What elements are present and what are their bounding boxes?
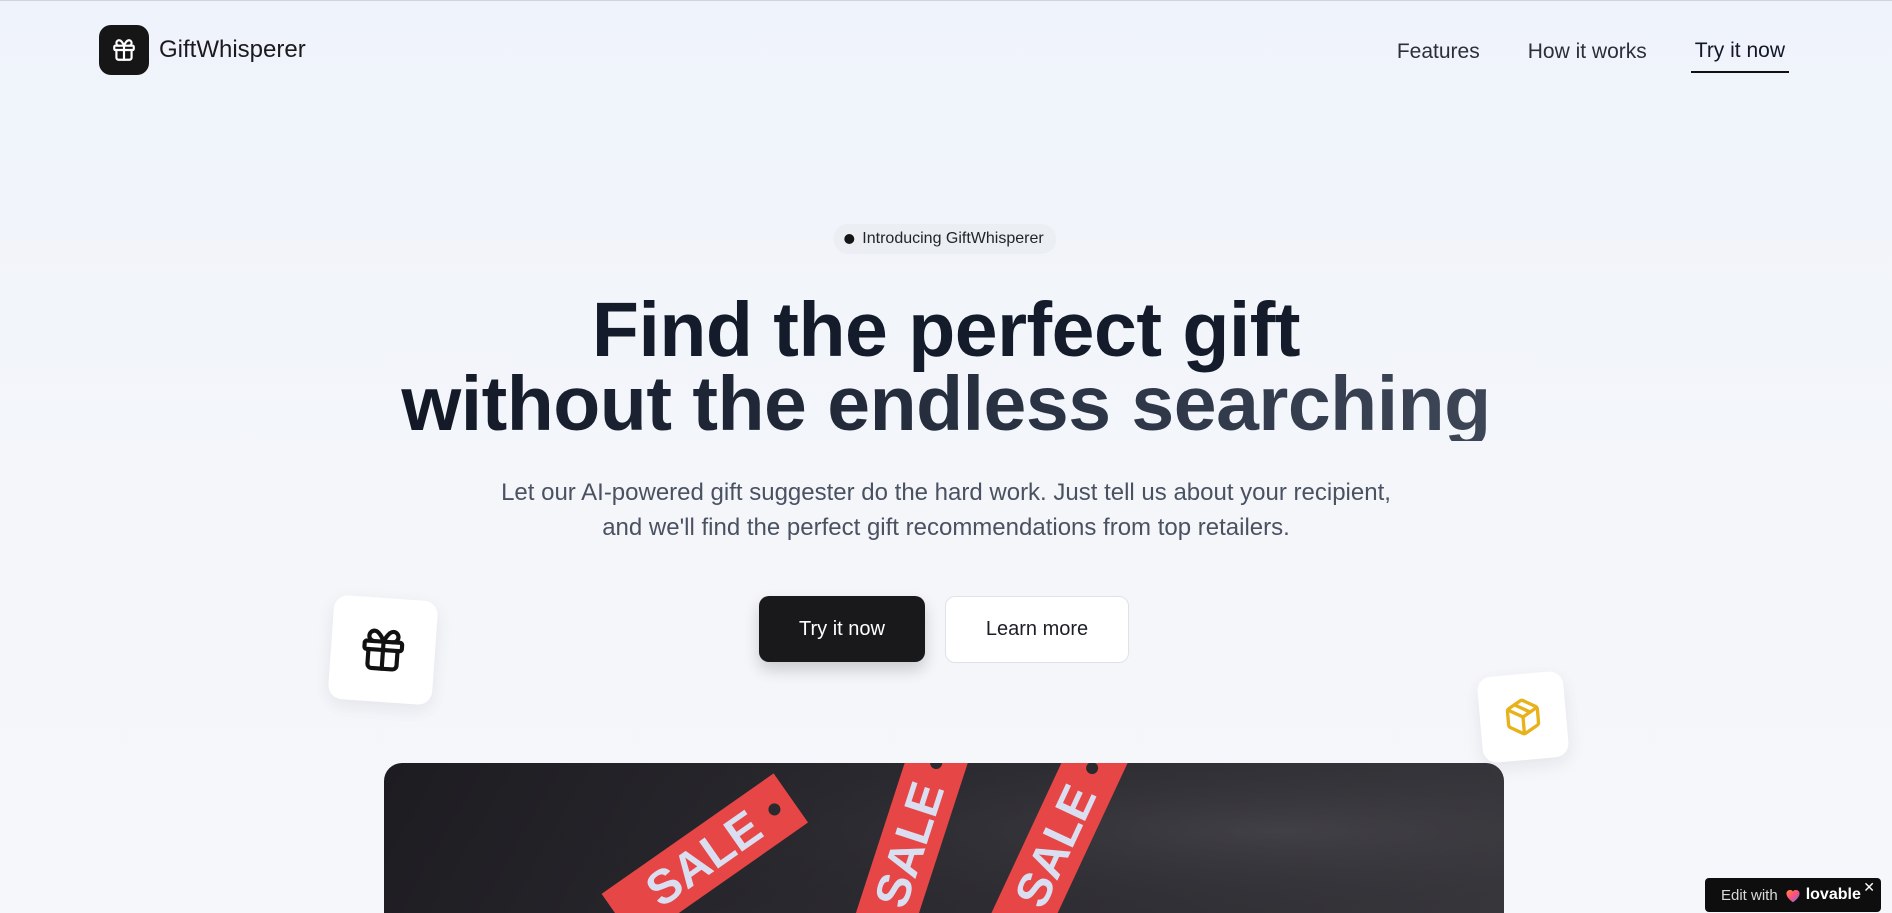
main-nav: Features How it works Try it now <box>1353 37 1789 73</box>
hero-image: SALE SALE SALE <box>384 763 1504 913</box>
edit-with-label: Edit with <box>1721 886 1778 904</box>
intro-badge: Introducing GiftWhisperer <box>833 224 1057 254</box>
gift-icon <box>362 628 405 672</box>
logo-badge <box>99 25 149 75</box>
badge-text: Introducing GiftWhisperer <box>862 230 1044 247</box>
gift-icon <box>113 39 135 61</box>
sale-tags-illustration: SALE SALE SALE <box>384 763 1504 913</box>
lovable-brand: lovable <box>1805 886 1861 903</box>
cta-row: Try it now Learn more <box>759 596 1129 663</box>
box-icon <box>1505 698 1541 736</box>
floating-gift-card <box>327 594 439 706</box>
nav-try-it-now[interactable]: Try it now <box>1690 37 1789 73</box>
headline-line-2: without the endless searching <box>401 361 1491 447</box>
close-icon[interactable]: ✕ <box>1863 879 1875 896</box>
nav-how-it-works[interactable]: How it works <box>1524 38 1651 72</box>
learn-more-button[interactable]: Learn more <box>945 596 1129 663</box>
hero-headline: Find the perfect gift without the endles… <box>376 292 1516 447</box>
site-header: GiftWhisperer Features How it works Try … <box>0 1 1892 101</box>
landing-page: GiftWhisperer Features How it works Try … <box>0 0 1892 913</box>
edit-with-lovable-badge[interactable]: Edit with lovable ✕ <box>1705 878 1881 912</box>
floating-box-card <box>1476 670 1570 764</box>
nav-features[interactable]: Features <box>1393 38 1484 72</box>
heart-icon <box>1786 889 1800 903</box>
brand-name: GiftWhisperer <box>159 36 306 63</box>
badge-dot <box>844 234 855 244</box>
hero-subtext: Let our AI-powered gift suggester do the… <box>501 479 1391 541</box>
brand-logo[interactable]: GiftWhisperer <box>99 25 306 75</box>
try-it-now-button[interactable]: Try it now <box>759 596 925 662</box>
